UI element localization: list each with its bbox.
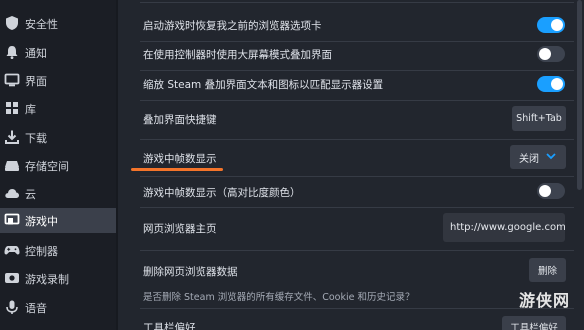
bigpicture-overlay-toggle[interactable] <box>537 46 565 62</box>
sidebar-item-in-game[interactable]: 游戏中 <box>0 208 116 233</box>
sidebar-item-interface[interactable]: 界面 <box>0 68 116 93</box>
settings-sidebar: 安全性 通知 界面 库 下载 存储空间 云 游戏中 控制器 游戏录制 语音 <box>0 0 116 330</box>
highlight-underline <box>131 168 223 171</box>
settings-content: 启动游戏时恢复我之前的浏览器选项卡 在使用控制器时使用大屏幕模式叠加界面 缩放 … <box>118 0 584 330</box>
drive-icon <box>5 161 19 171</box>
record-icon <box>5 273 19 283</box>
divider <box>140 41 574 42</box>
overlay-shortcut-button[interactable]: Shift+Tab <box>512 106 566 131</box>
grid-icon <box>6 102 18 114</box>
delete-browser-data-description: 是否删除 Steam 浏览器的所有缓存文件、Cookie 和历史记录？ <box>143 292 415 303</box>
scale-overlay-toggle[interactable] <box>537 76 565 92</box>
divider <box>140 139 574 140</box>
browser-home-input[interactable]: http://www.google.com <box>443 213 565 242</box>
divider <box>140 2 574 3</box>
setting-label: 工具栏偏好 <box>143 322 196 330</box>
setting-label: 游戏中帧数显示 <box>143 153 217 165</box>
toggle-knob <box>551 78 563 90</box>
toggle-knob <box>551 19 563 31</box>
sidebar-item-label: 通知 <box>25 46 47 60</box>
download-icon <box>5 130 19 144</box>
sidebar-item-label: 库 <box>25 102 36 116</box>
sidebar-item-notifications[interactable]: 通知 <box>0 40 116 65</box>
sidebar-item-label: 界面 <box>25 74 47 88</box>
sidebar-item-label: 语音 <box>25 301 47 315</box>
bell-icon <box>6 46 18 59</box>
controller-icon <box>4 246 20 255</box>
sidebar-item-label: 安全性 <box>25 17 58 31</box>
monitor-icon <box>4 73 20 87</box>
sidebar-item-controller[interactable]: 控制器 <box>0 238 116 263</box>
restore-tabs-toggle[interactable] <box>537 17 565 33</box>
sidebar-item-security[interactable]: 安全性 <box>0 11 116 36</box>
divider <box>140 100 574 101</box>
dropdown-value: 关闭 <box>519 153 539 165</box>
setting-label: 删除网页浏览器数据 <box>143 266 238 278</box>
sidebar-item-label: 游戏录制 <box>25 272 69 286</box>
setting-label: 网页浏览器主页 <box>143 223 217 235</box>
watermark-text: 游侠网 <box>519 291 571 310</box>
fps-high-contrast-toggle[interactable] <box>537 183 565 199</box>
watermark-logo: 游侠网 <box>503 287 575 313</box>
shield-icon <box>6 16 18 30</box>
sidebar-item-label: 下载 <box>25 131 47 145</box>
sidebar-item-voice[interactable]: 语音 <box>0 295 116 320</box>
sidebar-item-label: 控制器 <box>25 244 58 258</box>
scrollbar[interactable] <box>577 0 582 190</box>
sidebar-item-library[interactable]: 库 <box>0 96 116 121</box>
setting-label: 缩放 Steam 叠加界面文本和图标以匹配显示器设置 <box>143 79 384 91</box>
toggle-knob <box>539 185 551 197</box>
sidebar-item-label: 游戏中 <box>25 214 58 228</box>
toolbar-prefs-button[interactable]: 工具栏偏好 <box>502 316 566 330</box>
divider <box>140 207 574 208</box>
cloud-icon <box>5 189 19 198</box>
setting-label: 在使用控制器时使用大屏幕模式叠加界面 <box>143 49 332 61</box>
divider <box>140 176 574 177</box>
delete-browser-data-button[interactable]: 删除 <box>529 258 566 282</box>
sidebar-item-label: 云 <box>25 187 36 201</box>
microphone-icon <box>6 300 18 314</box>
game-overlay-icon <box>4 213 20 225</box>
chevron-down-icon <box>546 153 556 160</box>
setting-label: 叠加界面快捷键 <box>143 114 217 126</box>
setting-label: 游戏中帧数显示（高对比度颜色） <box>143 187 301 199</box>
divider <box>140 70 574 71</box>
sidebar-item-game-recording[interactable]: 游戏录制 <box>0 266 116 291</box>
sidebar-item-label: 存储空间 <box>25 159 69 173</box>
sidebar-item-downloads[interactable]: 下载 <box>0 125 116 150</box>
setting-label: 启动游戏时恢复我之前的浏览器选项卡 <box>143 20 322 32</box>
divider <box>140 250 574 251</box>
sidebar-item-cloud[interactable]: 云 <box>0 181 116 206</box>
sidebar-item-storage[interactable]: 存储空间 <box>0 153 116 178</box>
fps-counter-dropdown[interactable]: 关闭 <box>510 145 566 169</box>
toggle-knob <box>539 48 551 60</box>
